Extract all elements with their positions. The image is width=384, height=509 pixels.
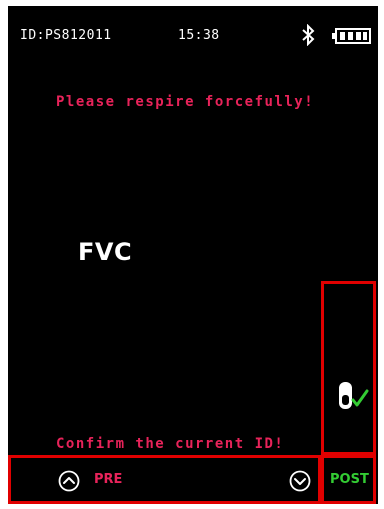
bottom-bar: PRE POST: [8, 455, 378, 504]
confirm-id-prompt: Confirm the current ID!: [56, 436, 285, 452]
chevron-up-circle-icon[interactable]: [58, 470, 80, 492]
mouthpiece-check-icon: [339, 382, 369, 409]
test-mode-label: FVC: [78, 238, 133, 266]
mouthpiece-status-panel: [321, 281, 376, 455]
battery-full-icon: [332, 28, 371, 44]
device-screen: ID:PS812011 15:38 Please respire forcefu…: [8, 6, 378, 504]
patient-id: ID:PS812011: [20, 28, 112, 43]
clock-time: 15:38: [178, 28, 220, 43]
post-label: POST: [330, 472, 369, 487]
status-bar: ID:PS812011 15:38: [8, 6, 378, 58]
respire-prompt: Please respire forcefully!: [56, 94, 315, 110]
chevron-down-circle-icon[interactable]: [289, 470, 311, 492]
bluetooth-icon: [302, 24, 315, 46]
pre-button[interactable]: PRE: [94, 472, 122, 487]
pre-navigation-panel[interactable]: PRE: [8, 455, 321, 504]
post-button[interactable]: POST: [321, 455, 376, 504]
